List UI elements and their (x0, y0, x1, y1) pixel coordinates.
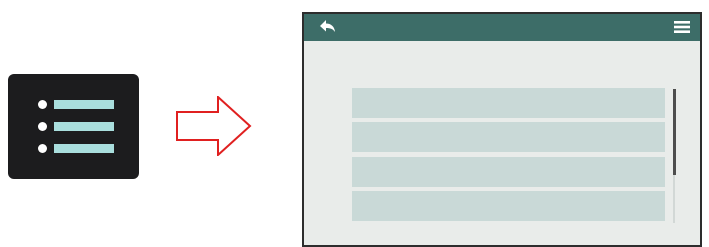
list-row[interactable] (352, 122, 665, 152)
list-bullet (38, 122, 47, 131)
list-view (304, 41, 700, 245)
list-row[interactable] (352, 157, 665, 187)
device-screen (302, 12, 702, 247)
list-line (54, 100, 114, 109)
list-line (54, 122, 114, 131)
list-row[interactable] (352, 191, 665, 221)
list-line (54, 144, 114, 153)
title-bar (304, 14, 700, 41)
scrollbar-thumb[interactable] (673, 89, 676, 175)
list-icon-tile (8, 74, 139, 179)
right-arrow-outline-icon (176, 96, 252, 156)
hamburger-menu-icon[interactable] (674, 21, 690, 33)
back-arrow-icon[interactable] (320, 20, 336, 34)
list-bullet (38, 144, 47, 153)
list-row[interactable] (352, 88, 665, 118)
list-bullet (38, 100, 47, 109)
